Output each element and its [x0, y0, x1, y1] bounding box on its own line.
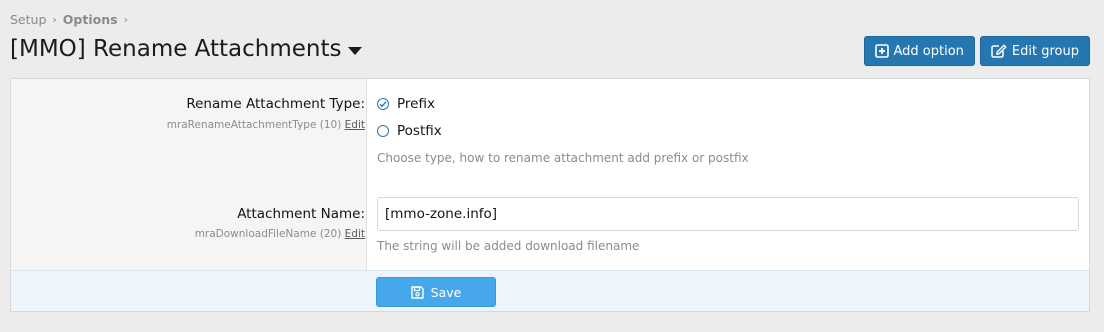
edit-group-button[interactable]: Edit group	[979, 36, 1090, 66]
option-label: Rename Attachment Type:	[186, 96, 365, 112]
attachment-name-input[interactable]	[377, 197, 1079, 231]
page-title[interactable]: [MMO] Rename Attachments	[10, 36, 362, 62]
option-id: mraRenameAttachmentType (10)	[166, 119, 342, 131]
edit-icon	[991, 44, 1007, 58]
edit-group-label: Edit group	[1011, 43, 1079, 59]
radio-prefix[interactable]: Prefix	[377, 96, 435, 112]
chevron-right-icon: ›	[123, 13, 128, 26]
chevron-right-icon: ›	[52, 13, 57, 26]
header-actions: Add option Edit group	[863, 36, 1090, 66]
plus-square-icon	[874, 44, 889, 58]
save-label: Save	[430, 284, 462, 300]
option-id: mraDownloadFileName (20)	[194, 228, 342, 240]
radio-label: Postfix	[397, 123, 442, 139]
breadcrumb-setup[interactable]: Setup	[10, 12, 46, 27]
form-footer: Save	[11, 270, 1089, 311]
option-hint: The string will be added download filena…	[377, 239, 640, 253]
save-button[interactable]: Save	[376, 277, 496, 307]
option-edit-link[interactable]: Edit	[345, 228, 365, 240]
option-edit-link[interactable]: Edit	[345, 119, 365, 131]
options-panel: Rename Attachment Type: mraRenameAttachm…	[10, 78, 1090, 312]
add-option-label: Add option	[893, 43, 964, 59]
page-title-text: [MMO] Rename Attachments	[10, 36, 342, 62]
radio-checked-icon	[377, 98, 389, 110]
radio-unchecked-icon	[377, 125, 389, 137]
option-meta: mraRenameAttachmentType (10) Edit	[167, 119, 365, 131]
caret-down-icon[interactable]	[347, 46, 362, 55]
option-meta: mraDownloadFileName (20) Edit	[195, 228, 365, 240]
option-hint: Choose type, how to rename attachment ad…	[377, 151, 749, 165]
breadcrumb: Setup › Options ›	[10, 12, 134, 27]
radio-postfix[interactable]: Postfix	[377, 123, 442, 139]
floppy-disk-icon	[410, 285, 424, 299]
radio-label: Prefix	[397, 96, 435, 112]
option-label: Attachment Name:	[237, 206, 365, 222]
add-option-button[interactable]: Add option	[863, 36, 975, 66]
breadcrumb-options[interactable]: Options	[63, 12, 118, 27]
